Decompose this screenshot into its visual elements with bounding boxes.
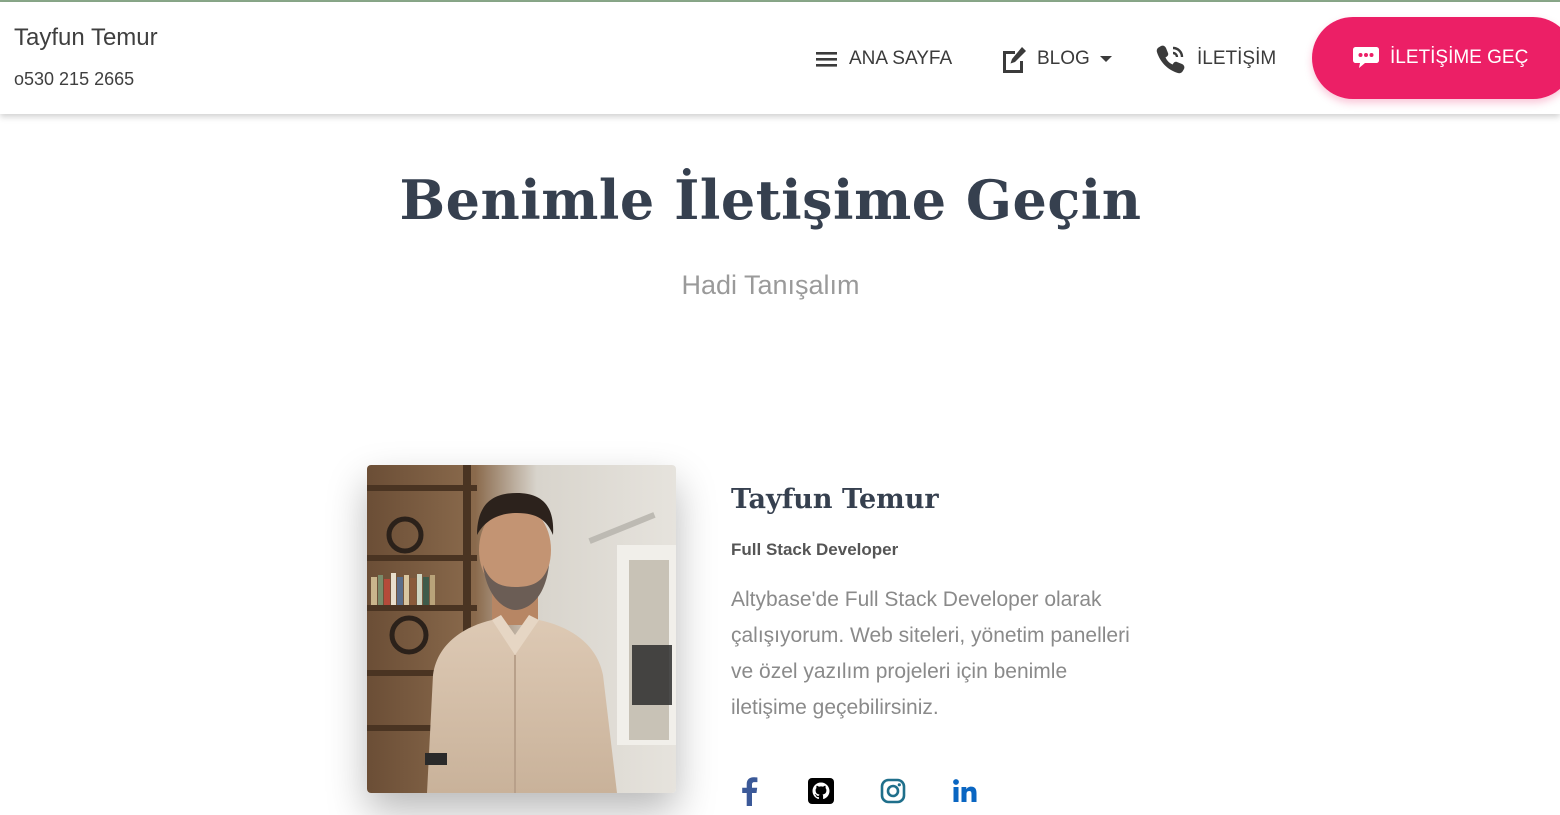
github-icon	[808, 778, 834, 804]
profile-photo	[367, 465, 676, 793]
site-header: Tayfun Temur o530 215 2665 ANA SAYFA BLO…	[0, 2, 1560, 114]
edit-note-icon	[1001, 45, 1027, 73]
contact-cta-label: İLETİŞİME GEÇ	[1390, 47, 1529, 68]
contact-cta-button[interactable]: İLETİŞİME GEÇ	[1312, 17, 1560, 99]
bio-line: çalışıyorum. Web siteleri, yönetim panel…	[731, 624, 1130, 647]
linkedin-icon	[953, 779, 977, 802]
nav-contact-link[interactable]: İLETİŞİM	[1155, 42, 1276, 76]
facebook-link[interactable]	[732, 772, 766, 810]
instagram-link[interactable]	[876, 772, 910, 810]
facebook-icon	[742, 777, 758, 806]
chevron-down-icon	[1099, 56, 1112, 62]
nav-home-link[interactable]: ANA SAYFA	[815, 42, 952, 76]
instagram-icon	[880, 778, 906, 804]
nav-blog-label: BLOG	[1037, 48, 1090, 69]
linkedin-link[interactable]	[948, 772, 982, 810]
nav-home-label: ANA SAYFA	[849, 48, 953, 69]
nav-contact-label: İLETİŞİM	[1197, 48, 1277, 69]
bio-line: ve özel yazılım projeleri için benimle	[731, 660, 1068, 683]
brand-name[interactable]: Tayfun Temur	[14, 24, 158, 52]
phone-call-icon	[1155, 43, 1187, 75]
page-subtitle: Hadi Tanışalım	[681, 270, 860, 300]
nav-blog-dropdown[interactable]: BLOG	[1001, 42, 1112, 76]
menu-icon	[815, 49, 839, 69]
chat-bubble-icon	[1352, 45, 1380, 71]
profile-role: Full Stack Developer	[731, 540, 899, 559]
profile-bio: Altybase'de Full Stack Developer olarak …	[731, 582, 1161, 726]
github-link[interactable]	[804, 772, 838, 810]
bio-line: iletişime geçebilirsiniz.	[731, 696, 939, 719]
page-title: Benimle İletişime Geçin	[399, 168, 1142, 232]
profile-name: Tayfun Temur	[731, 484, 939, 515]
bio-line: Altybase'de Full Stack Developer olarak	[731, 588, 1102, 611]
brand-phone: o530 215 2665	[14, 69, 135, 89]
